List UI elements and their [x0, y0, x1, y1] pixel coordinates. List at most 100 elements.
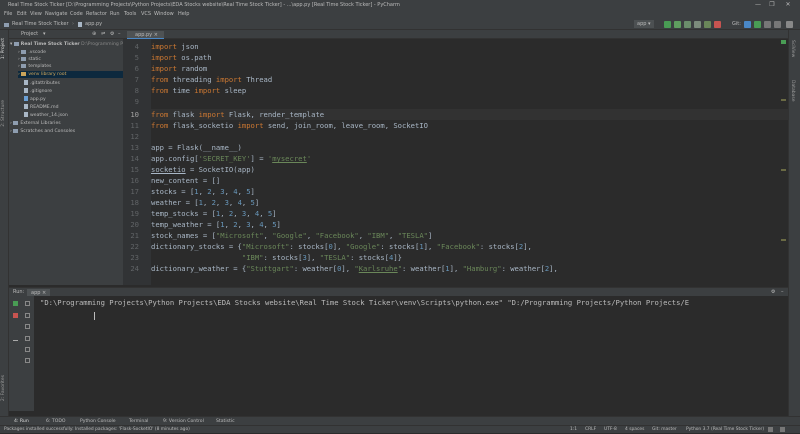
project-panel-title[interactable]: Project — [21, 30, 38, 39]
tree-item-selected[interactable]: › venv library root — [18, 71, 123, 78]
tree-item[interactable]: weather_14.json — [24, 112, 68, 119]
tree-item-external[interactable]: › External Libraries — [10, 120, 61, 127]
soft-wrap-icon[interactable] — [25, 324, 30, 329]
tool-window-favorites[interactable]: 2: Favorites — [1, 375, 6, 401]
line-number: 19 — [130, 209, 139, 218]
tree-item[interactable]: .gitignore — [24, 88, 52, 95]
tool-window-structure[interactable]: 2: Structure — [1, 100, 6, 127]
run-config-select[interactable]: app ▾ — [634, 20, 654, 28]
menu-edit[interactable]: Edit — [17, 10, 27, 19]
code-line: import json — [151, 42, 199, 51]
line-number: 9 — [134, 97, 139, 106]
line-number: 5 — [134, 53, 139, 62]
file-icon — [24, 88, 28, 93]
line-number: 12 — [130, 132, 139, 141]
coverage-icon[interactable] — [684, 21, 691, 28]
line-number: 23 — [130, 253, 139, 262]
editor-tab-app[interactable]: app.py × — [127, 31, 164, 39]
status-bar: Packages installed successfully: Install… — [0, 425, 800, 433]
debug-icon[interactable] — [674, 21, 681, 28]
code-line: app = Flask(__name__) — [151, 143, 242, 152]
code-editor[interactable]: import json import os.path import random fr… — [151, 39, 788, 285]
file-icon — [24, 80, 28, 85]
maximize-button[interactable]: ❐ — [766, 0, 778, 10]
trash-icon[interactable] — [25, 358, 30, 363]
tree-item-scratches[interactable]: › Scratches and Consoles — [10, 128, 75, 135]
vcs-update-icon[interactable] — [744, 21, 751, 28]
tree-item-label: weather_14.json — [30, 113, 68, 118]
project-view-icon — [13, 30, 18, 35]
tree-item[interactable]: README.md — [24, 104, 59, 111]
line-number: 11 — [130, 121, 139, 130]
tree-item-label: static — [28, 57, 41, 62]
revert-icon[interactable] — [774, 21, 781, 28]
menu-window[interactable]: Window — [154, 10, 174, 19]
hide-icon[interactable]: – — [118, 30, 121, 39]
code-line: app.config['SECRET_KEY'] = 'mysecret' — [151, 154, 312, 163]
profile-icon[interactable] — [694, 21, 701, 28]
json-file-icon — [24, 112, 28, 117]
run-icon[interactable] — [664, 21, 671, 28]
menu-navigate[interactable]: Navigate — [45, 10, 67, 19]
menu-tools[interactable]: Tools — [124, 10, 136, 19]
minimize-button[interactable]: — — [752, 0, 764, 10]
code-line: "IBM": stocks[3], "TESLA": stocks[4]} — [241, 253, 403, 262]
gear-icon[interactable]: ⚙ — [110, 30, 114, 39]
menu-code[interactable]: Code — [70, 10, 83, 19]
inspection-ok-icon — [781, 40, 786, 44]
rerun-icon[interactable] — [704, 21, 711, 28]
tree-item[interactable]: › static — [18, 56, 41, 63]
tree-item-label: README.md — [30, 105, 59, 110]
close-button[interactable]: ✕ — [782, 0, 794, 10]
print-icon[interactable] — [25, 347, 30, 352]
tool-window-sciview[interactable]: SciView — [790, 40, 795, 57]
tree-item-label: .gitattributes — [30, 81, 60, 86]
locate-icon[interactable]: ⊕ — [92, 30, 96, 39]
tree-item[interactable]: › .vscode — [18, 49, 46, 56]
run-toolbar — [9, 296, 34, 411]
menu-help[interactable]: Help — [178, 10, 189, 19]
lock-icon[interactable] — [768, 427, 773, 432]
menu-bar: File Edit View Navigate Code Refactor Ru… — [0, 10, 800, 19]
tree-item[interactable]: › templates — [18, 63, 51, 70]
menu-run[interactable]: Run — [110, 10, 120, 19]
tree-root[interactable]: ▾ Real Time Stock Ticker D:\Programming … — [10, 41, 162, 48]
event-log-icon[interactable] — [780, 427, 785, 432]
pin-icon[interactable] — [13, 340, 18, 343]
menu-file[interactable]: File — [4, 10, 12, 19]
tool-window-database[interactable]: Database — [790, 80, 795, 101]
stop-icon[interactable] — [714, 21, 721, 28]
code-line: weather = [1, 2, 3, 4, 5] — [151, 198, 260, 207]
tree-item-label: .gitignore — [30, 89, 52, 94]
tree-item-label: Scratches and Consoles — [20, 129, 76, 134]
scroll-up-icon[interactable] — [25, 301, 30, 306]
line-number: 10 — [130, 110, 139, 119]
stop-icon[interactable] — [13, 313, 18, 318]
menu-view[interactable]: View — [30, 10, 42, 19]
tree-item[interactable]: app.py — [24, 96, 46, 103]
menu-vcs[interactable]: VCS — [141, 10, 151, 19]
line-number: 15 — [130, 165, 139, 174]
code-line: stock_names = ["Microsoft", "Google", "F… — [151, 231, 433, 240]
history-icon[interactable] — [764, 21, 771, 28]
menu-refactor[interactable]: Refactor — [86, 10, 107, 19]
breadcrumb-file[interactable]: app.py — [85, 19, 102, 30]
folder-icon — [21, 49, 27, 54]
code-line: from flask import Flask, render_template — [151, 110, 325, 119]
code-line: stocks = [1, 2, 3, 4, 5] — [151, 187, 255, 196]
editor-scroll-markers[interactable] — [779, 39, 788, 285]
tool-window-project[interactable]: 1: Project — [1, 38, 6, 59]
vcs-commit-icon[interactable] — [754, 21, 761, 28]
collapse-icon[interactable]: ⇌ — [101, 30, 105, 39]
rerun-icon[interactable] — [13, 301, 18, 306]
tree-item[interactable]: .gitattributes — [24, 80, 60, 87]
line-number: 8 — [134, 86, 139, 95]
breadcrumb-project[interactable]: Real Time Stock Ticker — [12, 19, 69, 30]
chevron-down-icon[interactable]: ▾ — [43, 30, 46, 39]
line-number: 16 — [130, 176, 139, 185]
scroll-to-end-icon[interactable] — [25, 336, 30, 341]
run-console[interactable]: "D:\Programming Projects\Python Projects… — [34, 296, 788, 411]
scroll-down-icon[interactable] — [25, 313, 30, 318]
python-file-icon — [24, 96, 28, 101]
search-icon[interactable] — [786, 21, 793, 28]
